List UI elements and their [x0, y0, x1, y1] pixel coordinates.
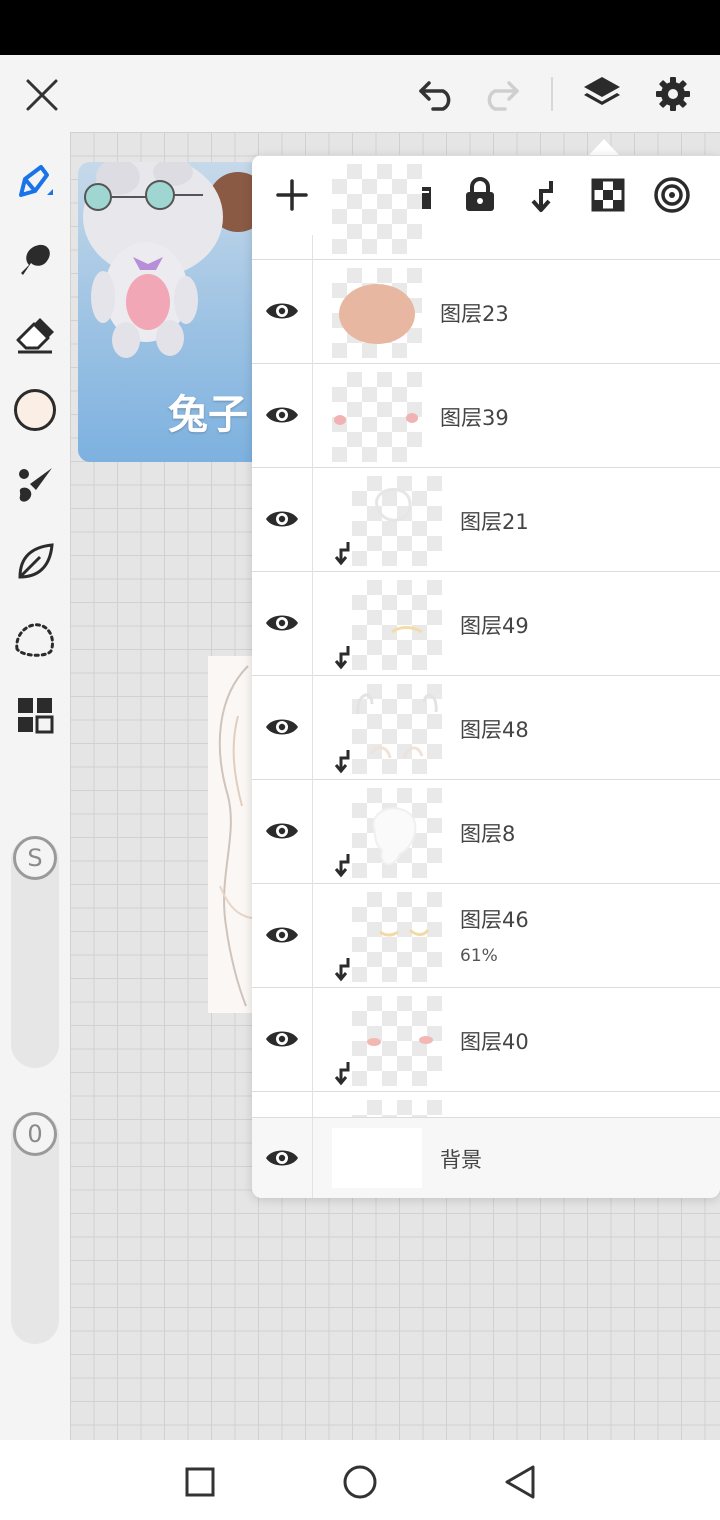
size-slider[interactable]: S: [11, 836, 59, 1068]
back-triangle-icon[interactable]: [498, 1460, 542, 1504]
clip-arrow-icon: [334, 958, 350, 982]
pen-icon[interactable]: [8, 156, 62, 210]
top-toolbar: [0, 55, 720, 132]
clip-arrow-icon: [334, 1062, 350, 1086]
layer-row-partial-top: [252, 155, 720, 259]
eye-icon[interactable]: [264, 296, 300, 326]
recents-square-icon[interactable]: [178, 1460, 222, 1504]
layer-row[interactable]: 图层49: [252, 571, 720, 675]
opacity-slider-knob[interactable]: 0: [13, 1112, 57, 1156]
opacity-slider[interactable]: 0: [11, 1112, 59, 1344]
layer-row[interactable]: 图层39: [252, 363, 720, 467]
layer-row[interactable]: 图层23: [252, 259, 720, 363]
home-circle-icon[interactable]: [338, 1460, 382, 1504]
layer-opacity: 61%: [460, 946, 498, 966]
layers-icon[interactable]: [578, 69, 626, 117]
layer-name: 图层21: [460, 510, 529, 534]
layer-name: 图层49: [460, 614, 529, 638]
eye-icon[interactable]: [264, 504, 300, 534]
layer-row[interactable]: 图层40: [252, 987, 720, 1091]
layer-thumbnail: [352, 580, 442, 670]
redo-icon[interactable]: [478, 73, 524, 117]
layer-thumbnail: [332, 164, 422, 254]
system-nav-bar: [0, 1440, 720, 1520]
undo-icon[interactable]: [414, 73, 460, 117]
layer-thumbnail: [332, 372, 422, 462]
layer-row[interactable]: 图层48: [252, 675, 720, 779]
panel-pointer: [588, 139, 620, 156]
smudge-icon[interactable]: [8, 232, 62, 286]
brush-icon[interactable]: [8, 458, 62, 512]
layer-thumbnail: [352, 684, 442, 774]
layer-name: 图层23: [440, 302, 509, 326]
eraser-icon[interactable]: [8, 308, 62, 362]
reference-image[interactable]: 兔子: [78, 162, 268, 462]
layer-row[interactable]: 图层21: [252, 467, 720, 571]
clip-arrow-icon: [334, 542, 350, 566]
color-swatch[interactable]: [8, 383, 62, 437]
background-thumbnail: [332, 1128, 422, 1188]
layer-row[interactable]: 图层8: [252, 779, 720, 883]
layer-name: 图层40: [460, 1030, 529, 1054]
layer-list: 图层23 图层39 图层21 图层49 图层48 图层8 图层46 61% 图层…: [252, 155, 720, 1198]
layer-thumbnail: [352, 996, 442, 1086]
close-icon[interactable]: [20, 73, 64, 117]
eye-icon[interactable]: [264, 400, 300, 430]
background-layer-row[interactable]: 背景: [252, 1117, 720, 1198]
gear-icon[interactable]: [650, 71, 696, 117]
size-slider-knob[interactable]: S: [13, 836, 57, 880]
eye-icon[interactable]: [264, 608, 300, 638]
toolbar-divider: [551, 77, 553, 111]
layer-row[interactable]: 图层46 61%: [252, 883, 720, 987]
layer-thumbnail: [332, 268, 422, 358]
eye-icon[interactable]: [264, 712, 300, 742]
layer-thumbnail: [352, 476, 442, 566]
layer-thumbnail: [352, 892, 442, 982]
layer-name: 图层39: [440, 406, 509, 430]
status-bar: [0, 0, 720, 55]
clip-arrow-icon: [334, 854, 350, 878]
eye-icon[interactable]: [264, 816, 300, 846]
layer-name: 图层8: [460, 822, 516, 846]
layer-name: 图层46: [460, 908, 529, 932]
layer-thumbnail: [352, 788, 442, 878]
reference-caption: 兔子: [168, 392, 248, 438]
eye-column-divider: [312, 235, 313, 1198]
eye-icon[interactable]: [264, 920, 300, 950]
left-toolbar: S 0: [0, 132, 70, 1440]
lasso-icon[interactable]: [8, 612, 62, 666]
clip-arrow-icon: [334, 646, 350, 670]
layer-name: 图层48: [460, 718, 529, 742]
layers-panel: 图层23 图层39 图层21 图层49 图层48 图层8 图层46 61% 图层…: [252, 155, 720, 1198]
layer-name: 背景: [440, 1148, 482, 1172]
grid-icon[interactable]: [8, 688, 62, 742]
eye-icon[interactable]: [264, 1143, 300, 1173]
eye-icon[interactable]: [264, 1024, 300, 1054]
leaf-icon[interactable]: [8, 535, 62, 589]
clip-arrow-icon: [334, 750, 350, 774]
canvas-sketch: [208, 656, 256, 1013]
